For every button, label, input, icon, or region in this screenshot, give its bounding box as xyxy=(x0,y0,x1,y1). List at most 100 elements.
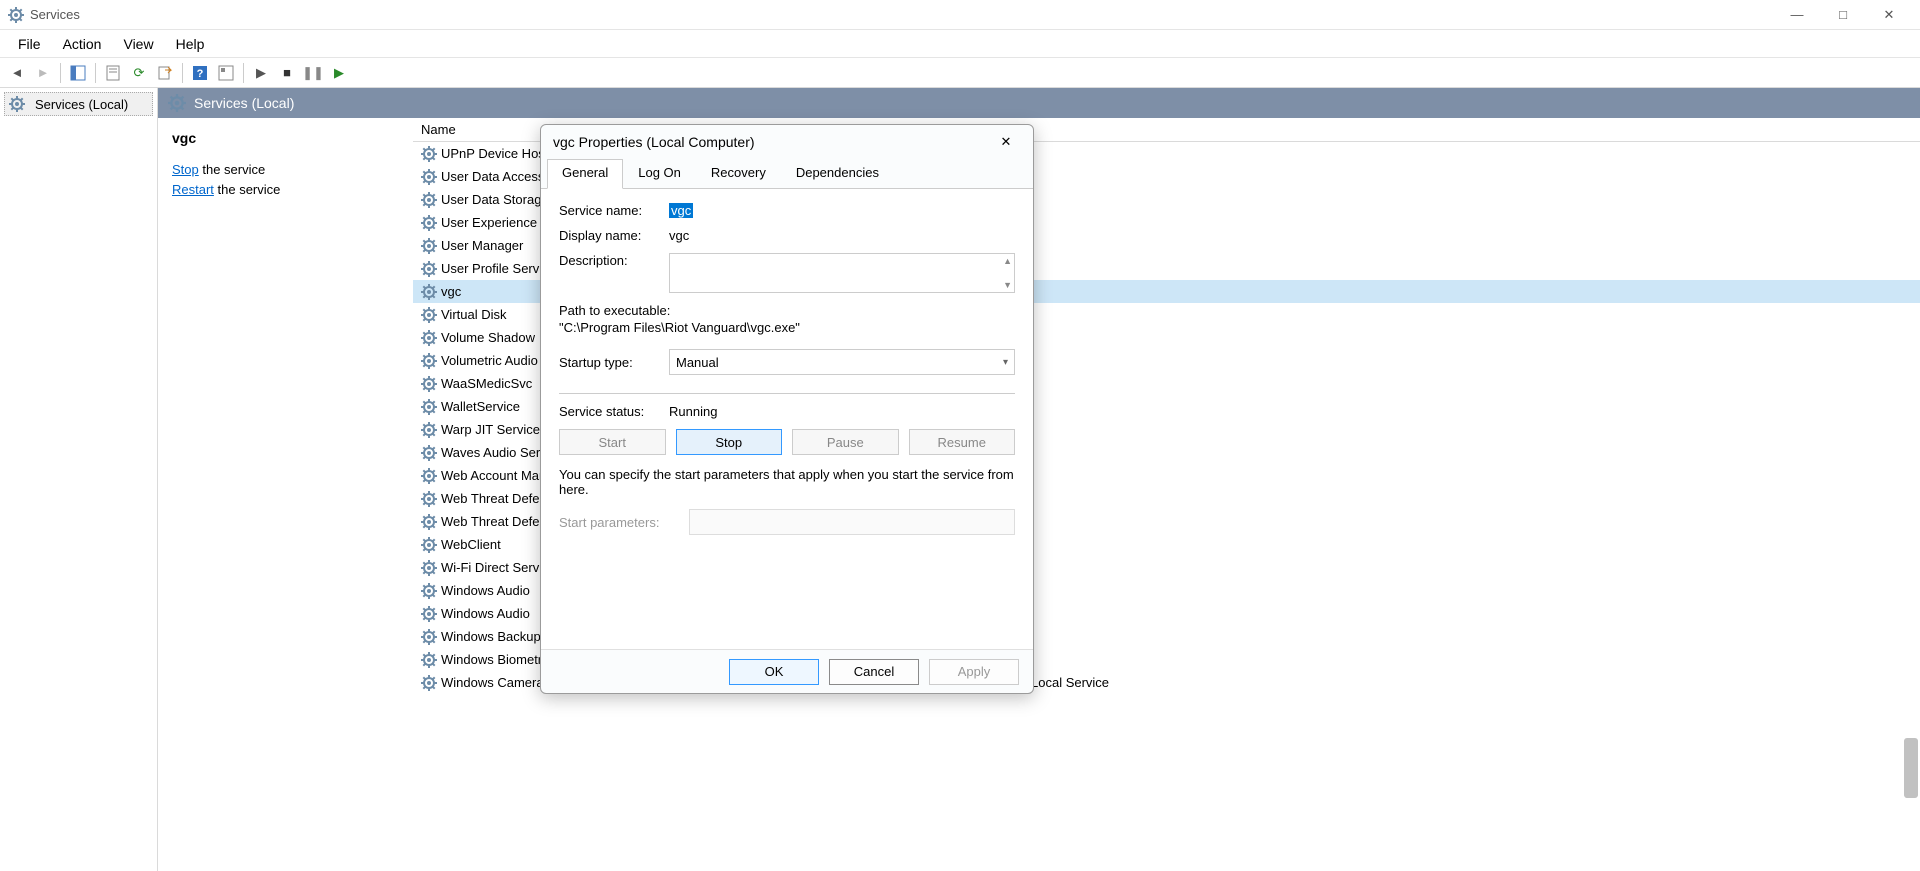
show-console-button[interactable] xyxy=(215,62,237,84)
gear-icon xyxy=(421,560,437,576)
gear-icon xyxy=(421,629,437,645)
refresh-button[interactable]: ⟳ xyxy=(128,62,150,84)
scroll-up-icon[interactable]: ▲ xyxy=(1003,256,1012,266)
value-path: "C:\Program Files\Riot Vanguard\vgc.exe" xyxy=(559,320,1015,335)
ok-button[interactable]: OK xyxy=(729,659,819,685)
gear-icon xyxy=(421,514,437,530)
tab-general[interactable]: General xyxy=(547,159,623,189)
gear-icon xyxy=(421,652,437,668)
export-button[interactable] xyxy=(154,62,176,84)
detail-column: vgc Stop the service Restart the service xyxy=(158,118,413,871)
restart-link[interactable]: Restart xyxy=(172,182,214,197)
label-service-name: Service name: xyxy=(559,203,669,218)
start-service-button[interactable]: ▶ xyxy=(250,62,272,84)
gear-icon xyxy=(421,169,437,185)
tab-dependencies[interactable]: Dependencies xyxy=(781,159,894,188)
dialog-body: Service name: vgc Display name: vgc Desc… xyxy=(541,189,1033,649)
dialog-footer: OK Cancel Apply xyxy=(541,649,1033,693)
pane-header: Services (Local) xyxy=(158,88,1920,118)
maximize-button[interactable]: □ xyxy=(1820,0,1866,30)
show-hide-tree-button[interactable] xyxy=(67,62,89,84)
pause-button[interactable]: Pause xyxy=(792,429,899,455)
gear-icon xyxy=(421,353,437,369)
dialog-titlebar: vgc Properties (Local Computer) ✕ xyxy=(541,125,1033,159)
gear-icon xyxy=(421,422,437,438)
service-logon: Local Service xyxy=(1031,675,1131,690)
selected-service-name: vgc xyxy=(172,130,399,146)
cancel-button[interactable]: Cancel xyxy=(829,659,919,685)
value-display-name: vgc xyxy=(669,228,689,243)
gear-icon xyxy=(421,261,437,277)
tree-root-label: Services (Local) xyxy=(35,97,128,112)
resume-button[interactable]: Resume xyxy=(909,429,1016,455)
gear-icon xyxy=(168,94,186,112)
menu-action[interactable]: Action xyxy=(53,33,112,55)
gear-icon xyxy=(421,238,437,254)
label-start-params: Start parameters: xyxy=(559,515,689,530)
label-startup-type: Startup type: xyxy=(559,355,669,370)
dialog-tabs: General Log On Recovery Dependencies xyxy=(541,159,1033,189)
titlebar: Services — □ ✕ xyxy=(0,0,1920,30)
gear-icon xyxy=(421,675,437,691)
gear-icon xyxy=(421,330,437,346)
gear-icon xyxy=(421,468,437,484)
forward-button[interactable]: ► xyxy=(32,62,54,84)
scroll-down-icon[interactable]: ▼ xyxy=(1003,280,1012,290)
app-icon xyxy=(8,7,24,23)
tab-recovery[interactable]: Recovery xyxy=(696,159,781,188)
menu-help[interactable]: Help xyxy=(166,33,215,55)
stop-button[interactable]: Stop xyxy=(676,429,783,455)
gear-icon xyxy=(421,284,437,300)
restart-service-button[interactable]: ▶ xyxy=(328,62,350,84)
divider xyxy=(559,393,1015,394)
help-button[interactable]: ? xyxy=(189,62,211,84)
label-service-status: Service status: xyxy=(559,404,669,419)
gear-icon xyxy=(421,583,437,599)
start-params-input xyxy=(689,509,1015,535)
gear-icon xyxy=(421,537,437,553)
value-service-name[interactable]: vgc xyxy=(669,203,693,218)
menubar: File Action View Help xyxy=(0,30,1920,58)
dialog-close-button[interactable]: ✕ xyxy=(991,129,1021,155)
gear-icon xyxy=(421,491,437,507)
stop-link[interactable]: Stop xyxy=(172,162,199,177)
value-service-status: Running xyxy=(669,404,717,419)
apply-button[interactable]: Apply xyxy=(929,659,1019,685)
menu-view[interactable]: View xyxy=(113,33,163,55)
gear-icon xyxy=(421,192,437,208)
pane-header-label: Services (Local) xyxy=(194,95,294,111)
gear-icon xyxy=(421,445,437,461)
gear-icon xyxy=(421,606,437,622)
description-box[interactable]: ▲ ▼ xyxy=(669,253,1015,293)
gear-icon xyxy=(9,96,25,112)
toolbar: ◄ ► ⟳ ? ▶ ■ ❚❚ ▶ xyxy=(0,58,1920,88)
start-button[interactable]: Start xyxy=(559,429,666,455)
label-display-name: Display name: xyxy=(559,228,669,243)
chevron-down-icon: ▾ xyxy=(1003,357,1008,368)
pause-service-button[interactable]: ❚❚ xyxy=(302,62,324,84)
svg-text:?: ? xyxy=(197,68,204,80)
dialog-title: vgc Properties (Local Computer) xyxy=(553,134,991,150)
gear-icon xyxy=(421,215,437,231)
right-pane: Services (Local) vgc Stop the service Re… xyxy=(158,88,1920,871)
stop-suffix: the service xyxy=(199,162,265,177)
window-title: Services xyxy=(30,7,80,22)
gear-icon xyxy=(421,376,437,392)
tree-pane: Services (Local) xyxy=(0,88,158,871)
startup-type-select[interactable]: Manual ▾ xyxy=(669,349,1015,375)
back-button[interactable]: ◄ xyxy=(6,62,28,84)
startup-type-value: Manual xyxy=(676,355,719,370)
properties-button[interactable] xyxy=(102,62,124,84)
menu-file[interactable]: File xyxy=(8,33,51,55)
restart-suffix: the service xyxy=(214,182,280,197)
label-description: Description: xyxy=(559,253,669,268)
label-path: Path to executable: xyxy=(559,303,1015,318)
tree-root[interactable]: Services (Local) xyxy=(4,92,153,116)
scrollbar-thumb[interactable] xyxy=(1904,738,1918,798)
gear-icon xyxy=(421,146,437,162)
gear-icon xyxy=(421,307,437,323)
stop-service-button[interactable]: ■ xyxy=(276,62,298,84)
tab-logon[interactable]: Log On xyxy=(623,159,696,188)
close-button[interactable]: ✕ xyxy=(1866,0,1912,30)
minimize-button[interactable]: — xyxy=(1774,0,1820,30)
